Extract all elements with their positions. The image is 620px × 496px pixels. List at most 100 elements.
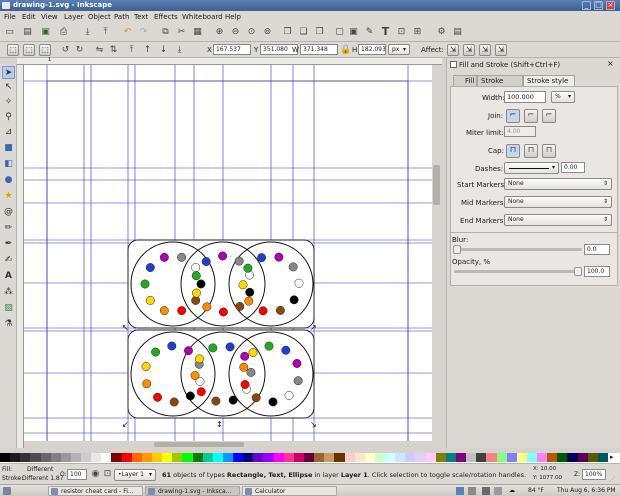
palette-menu-icon[interactable]: ▸ [610,453,614,461]
opacity-status-field[interactable]: 100 [67,469,87,480]
color-swatch[interactable] [425,453,437,462]
color-swatch[interactable] [233,453,244,462]
square-cap-icon[interactable]: ⊓ [542,144,556,158]
xml-editor-icon[interactable]: ⊡ [396,27,407,38]
tab-stroke-paint[interactable]: Stroke paint [477,75,523,95]
pencil-tool-icon[interactable]: ✏ [2,222,15,235]
miter-limit-field[interactable]: 4.00 [504,126,536,137]
color-swatch[interactable] [172,453,183,462]
color-swatch[interactable] [395,453,406,462]
vertical-scrollbar[interactable] [432,65,441,448]
menu-view[interactable]: View [41,13,58,21]
color-swatch[interactable] [182,453,194,462]
color-swatch[interactable] [50,453,62,462]
color-swatch[interactable] [293,453,305,462]
raise-icon[interactable]: ↑ [142,45,153,56]
deselect-icon[interactable]: ⬚ [39,44,51,56]
color-swatch[interactable] [324,453,335,462]
color-swatch[interactable] [587,453,599,462]
color-swatch[interactable] [415,453,427,462]
color-swatch[interactable] [243,453,254,462]
color-swatch[interactable] [20,453,31,462]
import-icon[interactable]: ⤓ [82,27,93,38]
minimize-button[interactable]: _ [582,1,591,10]
color-swatch[interactable] [30,453,42,462]
color-swatch[interactable] [405,453,416,462]
flip-vertical-icon[interactable]: ⇅ [108,45,119,56]
color-swatch[interactable] [162,453,173,462]
menu-text[interactable]: Text [134,13,148,21]
menu-object[interactable]: Object [88,13,111,21]
color-swatch[interactable] [456,453,467,462]
calligraphy-tool-icon[interactable]: ✍ [2,254,15,267]
eye-icon[interactable]: ◉ [90,469,101,480]
scroll-thumb[interactable] [433,165,440,205]
color-swatch[interactable] [567,453,579,462]
butt-cap-icon[interactable]: ⊓ [506,144,520,158]
start-markers-dropdown[interactable]: None ⇕ [504,178,612,190]
task-calculator[interactable]: Calculator [242,486,337,496]
zoom-drawing-icon[interactable]: ⊖ [230,27,241,38]
lower-bottom-icon[interactable]: ⤓ [174,45,185,56]
color-swatch[interactable] [273,453,285,462]
opacity-slider-handle[interactable] [574,267,582,276]
mid-markers-dropdown[interactable]: None ⇕ [504,196,612,208]
color-swatch[interactable] [212,453,224,462]
blur-slider[interactable] [453,245,582,254]
color-swatch[interactable] [314,453,325,462]
rectangle-tool-icon[interactable]: ■ [2,142,15,155]
color-swatch[interactable] [283,453,295,462]
star-tool-icon[interactable]: ★ [2,190,15,203]
end-markers-dropdown[interactable]: None ⇕ [504,214,612,226]
maximize-button[interactable]: □ [594,1,603,10]
gradient-tool-icon[interactable]: ▧ [2,302,15,315]
menu-help[interactable]: Help [225,13,241,21]
color-swatch[interactable] [222,453,234,462]
lock-icon[interactable]: 🔒 [340,45,351,56]
color-swatch[interactable] [253,453,264,462]
color-swatch[interactable] [557,453,568,462]
clone-icon[interactable]: ❏ [298,27,309,38]
affect-stroke-width-icon[interactable]: ⇲ [447,44,459,56]
preferences-icon[interactable]: ⚙ [436,27,447,38]
color-swatch[interactable] [547,453,558,462]
tray-icon[interactable] [468,487,476,495]
color-swatch[interactable] [202,453,214,462]
blur-slider-handle[interactable] [453,245,461,254]
menu-effects[interactable]: Effects [154,13,178,21]
round-join-icon[interactable]: ⌐ [524,109,538,123]
color-swatch[interactable] [344,453,356,462]
task-inkscape[interactable]: drawing-1.svg - Inksca... [145,486,240,496]
color-swatch[interactable] [111,453,123,462]
ellipse-tool-icon[interactable]: ● [2,174,15,187]
scroll-thumb[interactable] [154,442,244,447]
color-swatch[interactable] [506,453,518,462]
color-swatch[interactable] [466,453,477,462]
width-unit-dropdown[interactable]: % ▾ [551,91,575,103]
x-field[interactable]: 167.537 [213,44,251,55]
copy-icon[interactable]: ⧉ [160,27,171,38]
zoom-selection-icon[interactable]: ⊕ [214,27,225,38]
new-document-icon[interactable]: ▭ [4,27,15,38]
print-icon[interactable]: ⎙ [58,27,69,38]
color-swatch[interactable] [131,453,143,462]
opacity-field[interactable]: 100.0 [584,266,610,277]
color-swatch[interactable] [152,453,163,462]
measure-tool-icon[interactable]: ⊿ [2,126,15,139]
menu-path[interactable]: Path [114,13,129,21]
affect-gradients-icon[interactable]: ⇲ [479,44,491,56]
cut-icon[interactable]: ✂ [176,27,187,38]
resize-grip-icon[interactable]: ⋰ [609,476,615,483]
menu-whiteboard[interactable]: Whiteboard [182,13,223,21]
spiral-tool-icon[interactable]: @ [2,206,15,219]
rotate-ccw-icon[interactable]: ↺ [60,45,71,56]
redo-icon[interactable]: ↷ [138,27,149,38]
menu-layer[interactable]: Layer [64,13,84,21]
export-icon[interactable]: ⤒ [100,27,111,38]
task-resistor-card[interactable]: resistor cheat card - Fi... [48,486,143,496]
tweak-tool-icon[interactable]: ✧ [2,96,15,109]
panel-close-icon[interactable]: × [607,59,614,68]
network-icon[interactable] [482,487,490,495]
tab-stroke-style[interactable]: Stroke style [523,75,575,86]
zoom-tool-icon[interactable]: ⚲ [2,111,15,124]
